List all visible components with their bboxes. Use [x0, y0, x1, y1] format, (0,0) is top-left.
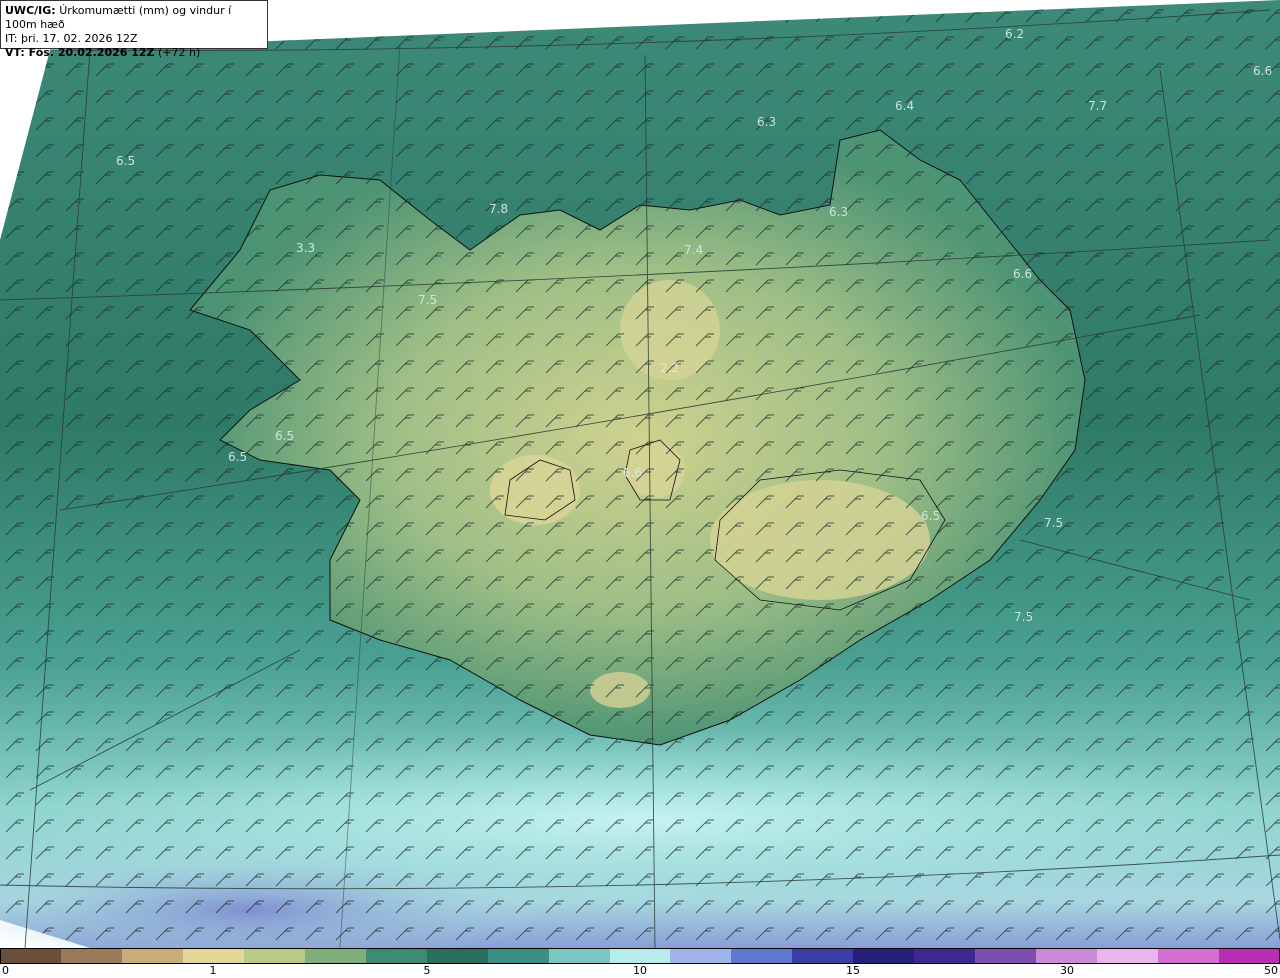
map-label: 3.3	[296, 241, 315, 255]
map-label: 2.2	[660, 361, 679, 375]
colorbar-swatch	[183, 948, 244, 964]
map-label: 7.5	[1014, 610, 1033, 624]
map-label: 6.2	[1005, 27, 1024, 41]
map-label: 6.5	[116, 154, 135, 168]
map-label: 6.5	[228, 450, 247, 464]
colorbar-swatch	[366, 948, 427, 964]
valid-time-line: VT: Fös. 20.02.2026 12Z (+72 h)	[5, 46, 263, 60]
colorbar-swatch	[427, 948, 488, 964]
map-label: 6.3	[829, 205, 848, 219]
colorbar-swatch	[61, 948, 122, 964]
colorbar-swatch	[305, 948, 366, 964]
colorbar-swatch	[549, 948, 610, 964]
colorbar-swatch	[975, 948, 1036, 964]
map-label: 6.3	[757, 115, 776, 129]
map-label: 6.5	[275, 429, 294, 443]
colorbar-swatch	[792, 948, 853, 964]
map-label: 6.6	[1013, 267, 1032, 281]
lead-time: (+72 h)	[158, 46, 201, 59]
colorbar-swatch	[488, 948, 549, 964]
colorbar-swatches	[0, 948, 1280, 964]
colorbar-swatch	[853, 948, 914, 964]
colorbar-swatch	[1219, 948, 1280, 964]
colorbar-swatch	[1158, 948, 1219, 964]
model-name: UWC/IG:	[5, 4, 56, 17]
map-label: 7.5	[418, 293, 437, 307]
colorbar	[0, 948, 1280, 964]
map-label: 6.4	[895, 99, 914, 113]
colorbar-swatch	[731, 948, 792, 964]
init-time: IT: þri. 17. 02. 2026 12Z	[5, 32, 138, 45]
title-line: UWC/IG: Úrkomumætti (mm) og vindur í 100…	[5, 4, 263, 32]
colorbar-swatch	[914, 948, 975, 964]
map-label: 6.5	[921, 509, 940, 523]
valid-time: VT: Fös. 20.02.2026 12Z	[5, 46, 155, 59]
colorbar-swatch	[610, 948, 670, 964]
forecast-map: 6.2 6.6 6.5 6.3 6.4 7.7 3.3 7.8 7.5 7.4 …	[0, 0, 1280, 948]
colorbar-swatch	[0, 948, 61, 964]
colorbar-swatch	[1097, 948, 1158, 964]
colorbar-swatch	[1036, 948, 1097, 964]
colorbar-swatch	[122, 948, 183, 964]
map-label: 7.8	[489, 202, 508, 216]
colorbar-swatch	[244, 948, 305, 964]
forecast-map-view: 6.2 6.6 6.5 6.3 6.4 7.7 3.3 7.8 7.5 7.4 …	[0, 0, 1280, 978]
map-label: 7.7	[1088, 99, 1107, 113]
map-label: 7.4	[684, 243, 703, 257]
map-label: 7.5	[1044, 516, 1063, 530]
map-label: 6.6	[623, 466, 642, 480]
map-title-box: UWC/IG: Úrkomumætti (mm) og vindur í 100…	[0, 0, 268, 59]
map-label: 6.6	[1253, 64, 1272, 78]
colorbar-swatch	[670, 948, 731, 964]
